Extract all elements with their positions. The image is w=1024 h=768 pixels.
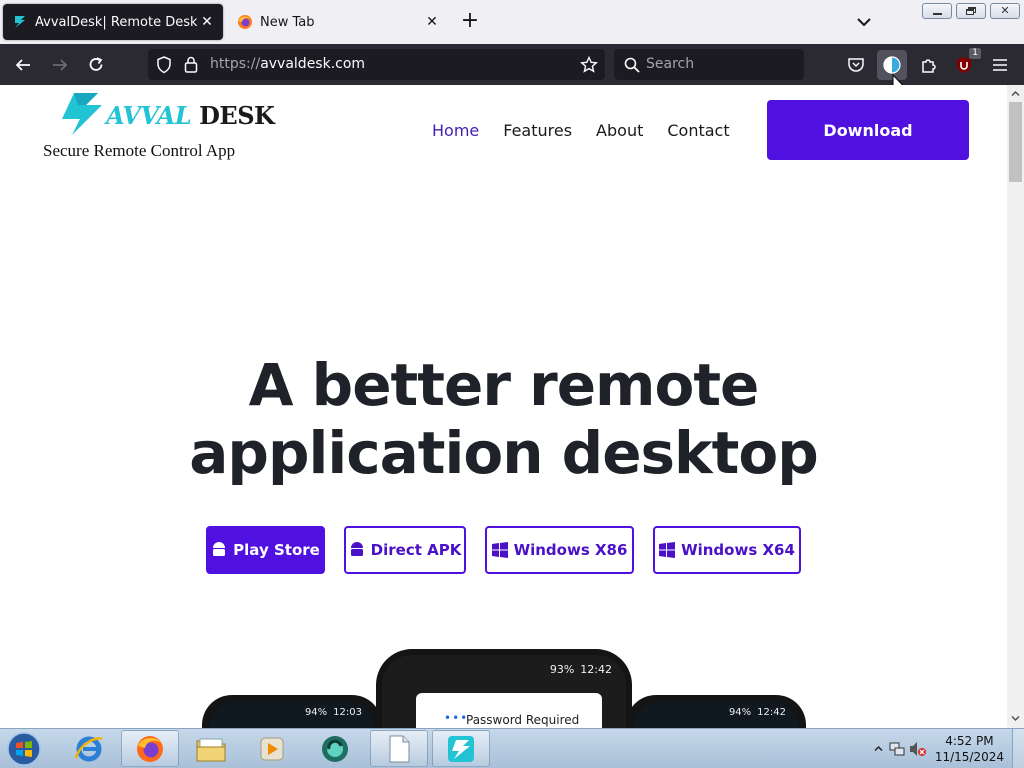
reload-icon[interactable] [83,52,109,78]
direct-apk-label: Direct APK [370,541,462,559]
start-button[interactable] [4,731,44,767]
phone-right-status: 94% 12:42 [728,706,786,718]
windows-icon [491,542,508,558]
forward-arrow-icon[interactable] [47,52,73,78]
tab-label: AvvalDesk| Remote Desktop [35,14,197,30]
pocket-icon[interactable] [843,52,869,78]
phone-center: 93% 12:42 ••• Password Required [376,649,632,728]
avvaldesk-app-icon [448,735,474,762]
show-hidden-icons-icon[interactable] [874,744,883,753]
network-icon[interactable] [889,741,905,757]
document-icon [389,735,410,762]
main-nav: Home Features About Contact [432,121,730,140]
internet-explorer-icon [74,736,103,761]
site-tagline: Secure Remote Control App [43,141,236,160]
taskbar-clock[interactable]: 4:52 PM 11/15/2024 [935,733,1004,765]
windows-x64-button[interactable]: Windows X64 [653,526,801,574]
site-logo[interactable]: AVVAL DESK [58,89,275,139]
hero-heading: A better remote application desktop [0,351,1007,487]
firefox-icon [238,15,252,29]
password-dialog: ••• Password Required [416,693,602,728]
green-swirl-app-icon [322,735,348,762]
extension-badge-count: 1 [969,48,981,59]
tab-new-tab[interactable]: New Tab ✕ [228,4,448,40]
tab-avvaldesk[interactable]: AvvalDesk| Remote Desktop ✕ [3,4,223,40]
show-desktop-button[interactable] [1012,729,1024,768]
browser-tab-strip: AvvalDesk| Remote Desktop ✕ New Tab ✕ + … [0,0,1024,44]
brand-wordmark: AVVAL DESK [106,101,275,130]
tracking-shield-icon[interactable] [156,56,172,74]
back-arrow-icon[interactable] [10,52,36,78]
nav-link-features[interactable]: Features [503,121,572,140]
nav-link-about[interactable]: About [596,121,643,140]
windows-taskbar: 4:52 PM 11/15/2024 [0,728,1024,768]
taskbar-file-explorer[interactable] [182,730,240,767]
taskbar-app-swirl[interactable] [306,730,364,767]
page-scrollbar[interactable] [1007,85,1024,728]
hero-line-1: A better remote [248,351,760,419]
avvaldesk-favicon-icon [15,16,25,28]
nav-link-contact[interactable]: Contact [667,121,729,140]
list-all-tabs-chevron-icon[interactable] [852,10,876,34]
url-text: https://avvaldesk.com [210,56,366,72]
scroll-down-arrow-icon[interactable] [1011,714,1020,723]
taskbar-avvaldesk[interactable] [432,730,490,767]
nav-link-home[interactable]: Home [432,121,479,140]
tab-close-icon[interactable]: ✕ [422,14,442,30]
phone-center-status: 93% 12:42 [549,662,612,676]
hamburger-menu-icon[interactable] [987,52,1013,78]
scrollbar-thumb[interactable] [1009,102,1022,182]
taskbar-media-player[interactable] [243,730,301,767]
avvaldesk-logo-icon [62,93,102,135]
phone-left: 94% 12:03 [202,695,382,728]
windows-x86-button[interactable]: Windows X86 [485,526,634,574]
bookmark-star-icon[interactable] [580,56,598,74]
extensions-puzzle-icon[interactable] [916,52,942,78]
windows-x86-label: Windows X86 [513,541,628,559]
phone-mockup-illustration: 94% 12:03 94% 12:42 93% 12:42 ••• Password … [198,649,810,728]
windows-x64-label: Windows X64 [681,541,795,559]
page-viewport: AVVAL DESK Secure Remote Control App Hom… [0,85,1007,728]
ublock-shield-icon[interactable]: 1 [951,48,981,78]
dialog-title: Password Required [466,713,580,727]
play-store-button[interactable]: Play Store [206,526,325,574]
close-window-icon[interactable]: ✕ [990,3,1020,19]
minimize-icon[interactable] [922,3,952,19]
play-store-label: Play Store [233,541,320,559]
windows-icon [659,542,676,558]
taskbar-internet-explorer[interactable] [60,730,118,767]
clock-date: 11/15/2024 [934,750,1004,764]
tab-close-icon[interactable]: ✕ [197,14,217,30]
media-player-icon [260,737,284,760]
dialog-dots-icon: ••• [444,711,469,725]
folder-icon [196,738,226,761]
firefox-icon [137,735,163,762]
clock-time: 4:52 PM [945,734,994,748]
restore-icon[interactable] [956,3,986,19]
browser-toolbar: https://avvaldesk.com Search 1 [0,44,1024,93]
hero-line-2: application desktop [189,419,818,487]
search-placeholder: Search [646,56,695,72]
android-icon [213,542,226,556]
taskbar-firefox[interactable] [121,730,179,767]
taskbar-document[interactable] [370,730,428,767]
lock-icon[interactable] [184,56,198,73]
window-controls: ✕ [922,3,1020,19]
phone-right: 94% 12:42 [626,695,806,728]
new-tab-plus-icon[interactable]: + [458,10,482,34]
volume-muted-icon[interactable] [909,741,927,757]
phone-left-status: 94% 12:03 [304,706,362,718]
download-button[interactable]: Download [767,100,969,160]
tab-label: New Tab [260,14,315,30]
scroll-up-arrow-icon[interactable] [1011,89,1020,98]
search-icon [624,57,640,73]
direct-apk-button[interactable]: Direct APK [344,526,466,574]
android-icon [350,542,363,556]
address-bar[interactable]: https://avvaldesk.com [148,49,605,80]
system-tray: 4:52 PM 11/15/2024 [864,729,1024,768]
windows-start-orb-icon [7,732,41,766]
search-bar[interactable]: Search [614,49,804,80]
